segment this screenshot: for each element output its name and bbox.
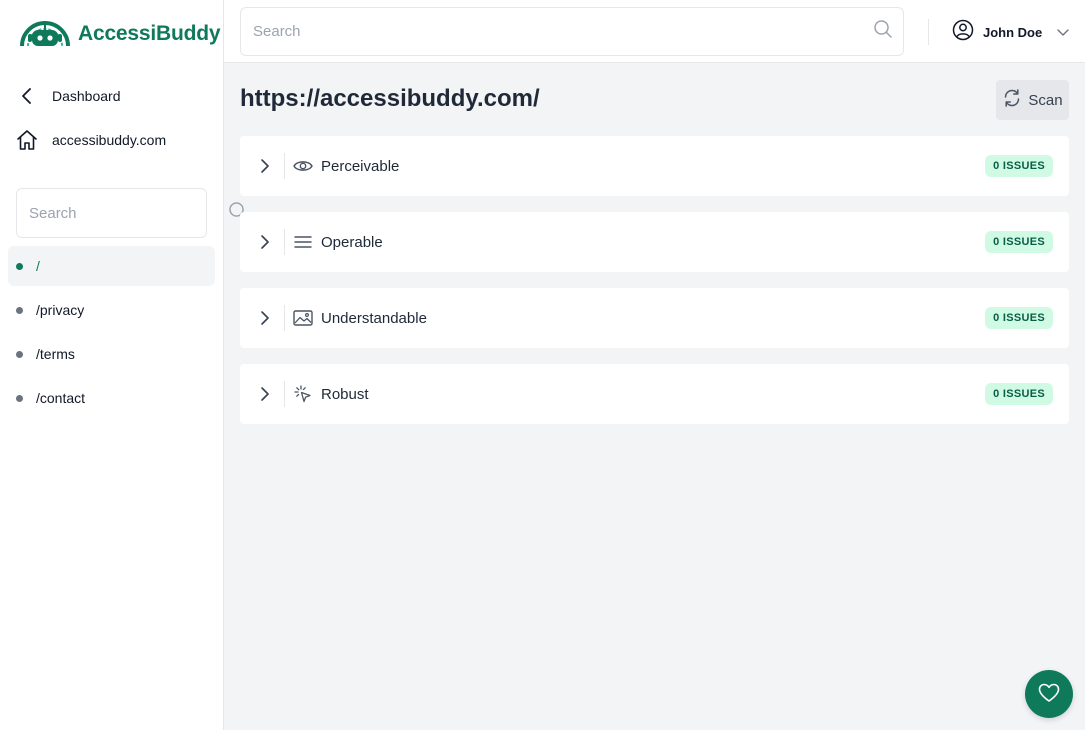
category-label: Understandable: [321, 309, 427, 327]
issues-badge: 0 ISSUES: [985, 155, 1053, 177]
site-home-link[interactable]: accessibuddy.com: [16, 129, 166, 151]
page-item-label: /privacy: [36, 302, 85, 318]
chevron-right-icon[interactable]: [254, 383, 276, 405]
cursor-click-icon: [293, 384, 313, 404]
back-to-dashboard-link[interactable]: Dashboard: [16, 85, 121, 107]
panel-divider: [284, 305, 285, 331]
page-item-label: /contact: [36, 390, 86, 406]
category-label: Robust: [321, 385, 369, 403]
page-item-label: /terms: [36, 346, 75, 362]
page-item-label: /: [36, 258, 40, 274]
menu-lines-icon: [293, 232, 313, 252]
user-name: John Doe: [983, 25, 1043, 40]
search-icon[interactable]: [873, 19, 893, 44]
category-understandable[interactable]: Understandable 0 ISSUES: [240, 288, 1069, 348]
page-status-dot: [16, 306, 23, 314]
user-menu[interactable]: John Doe: [952, 19, 1069, 46]
heart-icon: [1038, 683, 1060, 706]
app-root: AccessiBuddy Dashboard accessibuddy.com …: [0, 0, 1085, 730]
category-label: Perceivable: [321, 157, 400, 175]
page-item-root[interactable]: /: [8, 246, 215, 286]
page-status-dot: [16, 350, 23, 358]
scan-button-label: Scan: [1028, 91, 1063, 109]
topbar-divider: [928, 19, 929, 45]
page-status-dot: [16, 394, 23, 402]
feedback-fab-button[interactable]: [1025, 670, 1073, 718]
page-title: https://accessibuddy.com/: [240, 85, 540, 112]
category-label: Operable: [321, 233, 383, 251]
topbar: John Doe: [224, 0, 1085, 63]
robot-logo-icon: [18, 16, 72, 53]
site-link-label: accessibuddy.com: [52, 132, 167, 148]
page-item-terms[interactable]: /terms: [8, 334, 215, 374]
refresh-icon: [1002, 88, 1022, 112]
sidebar-search: [16, 188, 247, 238]
category-robust[interactable]: Robust 0 ISSUES: [240, 364, 1069, 424]
page-item-contact[interactable]: /contact: [8, 378, 215, 418]
logo[interactable]: AccessiBuddy: [18, 16, 221, 53]
user-circle-icon: [952, 19, 974, 46]
chevron-left-icon: [16, 85, 38, 107]
sidebar: AccessiBuddy Dashboard accessibuddy.com …: [0, 0, 247, 730]
issues-badge: 0 ISSUES: [985, 307, 1053, 329]
chevron-right-icon[interactable]: [254, 155, 276, 177]
chevron-right-icon[interactable]: [254, 307, 276, 329]
category-perceivable[interactable]: Perceivable 0 ISSUES: [240, 136, 1069, 196]
scan-button[interactable]: Scan: [996, 80, 1069, 120]
image-icon: [293, 308, 313, 328]
panel-divider: [284, 229, 285, 255]
global-search-input[interactable]: [253, 23, 873, 40]
page-status-dot: [16, 262, 23, 270]
back-link-label: Dashboard: [52, 88, 121, 104]
page-list: / /privacy /terms /contact: [8, 246, 215, 422]
page-item-privacy[interactable]: /privacy: [8, 290, 215, 330]
global-search: [240, 7, 904, 56]
chevron-right-icon[interactable]: [254, 231, 276, 253]
home-icon: [16, 129, 38, 151]
issues-badge: 0 ISSUES: [985, 231, 1053, 253]
sidebar-search-input[interactable]: [29, 204, 228, 222]
issues-badge: 0 ISSUES: [985, 383, 1053, 405]
chevron-down-icon: [1057, 24, 1069, 42]
panel-divider: [284, 381, 285, 407]
panel-divider: [284, 153, 285, 179]
brand-name: AccessiBuddy: [78, 22, 221, 45]
eye-icon: [293, 156, 313, 176]
category-operable[interactable]: Operable 0 ISSUES: [240, 212, 1069, 272]
